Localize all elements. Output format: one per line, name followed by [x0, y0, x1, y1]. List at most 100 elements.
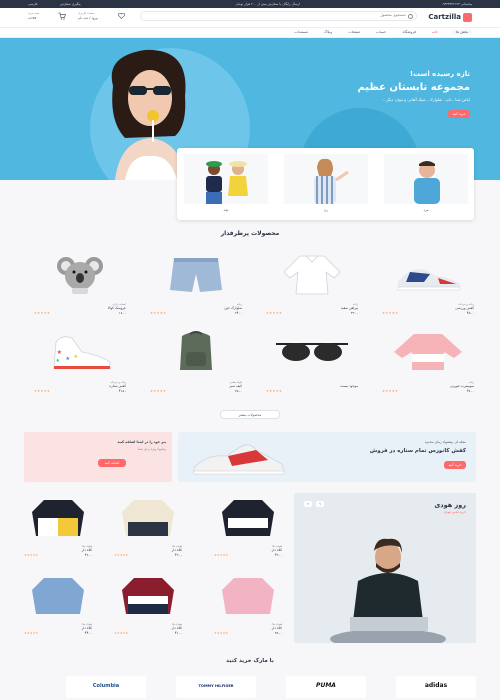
hoodie-name[interactable]: کلاه دار — [172, 626, 182, 630]
promo-sneaker-image — [186, 436, 296, 478]
product-name[interactable]: سویشرت صورتی — [450, 384, 474, 388]
nav-blog[interactable]: وبلاگ — [324, 30, 332, 34]
support-phone[interactable]: پشتیبانی ۰۹۳۳۳۴۳۲۱۲۳ — [441, 2, 472, 6]
logo-icon — [463, 13, 472, 22]
hero-shop-button[interactable]: خرید کنید — [448, 110, 470, 118]
product-name[interactable]: عروسک کوالا — [108, 306, 126, 310]
category-cards: مرد زن بچه — [177, 148, 474, 220]
product-card[interactable]: زنانه شلوارک جین ۲۴۰۰ ★★★★★ — [148, 252, 244, 324]
category-women-image[interactable] — [284, 154, 368, 204]
hoodie-card[interactable]: هودی ها کلاه دار ۴۶۰۰ ★★★★★ — [22, 496, 94, 568]
svg-text:★: ★ — [74, 354, 79, 360]
product-card[interactable]: ★ ★ ★ ★ زنانه و مردانه کفش ستاره ۴۱۵۰ ★★★★★ — [32, 330, 128, 402]
side-promo-text: پیشنهاد ویژه برای شما — [137, 447, 166, 451]
product-image-koala[interactable] — [32, 252, 128, 296]
product-card[interactable]: اسباب بازی عروسک کوالا ۱۸۰۰ ★★★★★ — [32, 252, 128, 324]
hoodie-prev-arrow-icon[interactable]: ‹ — [304, 501, 312, 507]
product-name[interactable]: شلوارک جین — [224, 306, 242, 310]
more-products-button[interactable]: محصولات بیشتر — [220, 410, 280, 419]
hoodie-name[interactable]: کلاه دار — [272, 626, 282, 630]
nav-shop[interactable]: فروشگاه — [403, 30, 416, 34]
search-input[interactable] — [206, 13, 406, 17]
rating-stars: ★★★★★ — [34, 389, 51, 393]
hoodie-name[interactable]: کلاه دار — [82, 548, 92, 552]
brand-tommy-logo[interactable]: TOMMY HILFIGER — [176, 676, 256, 698]
product-image-sneaker[interactable] — [380, 252, 476, 296]
order-tracking-link[interactable]: پیگیری سفارش — [60, 2, 81, 6]
hoodie-card[interactable]: هودی ها کلاه دار ۴۲۰۰ ★★★★★ — [212, 496, 284, 568]
promo-shop-button[interactable]: خرید کنید — [444, 461, 466, 469]
product-card[interactable]: موجود نیست ★★★★★ — [264, 330, 360, 402]
product-image-sunglasses[interactable] — [264, 330, 360, 374]
product-name[interactable]: پیراهن سفید — [341, 306, 358, 310]
search-icon[interactable] — [408, 14, 413, 19]
rating-stars: ★★★★★ — [382, 311, 399, 315]
nav-docs[interactable]: مستندات — [294, 30, 308, 34]
product-name[interactable]: کفش ورزشی — [455, 306, 474, 310]
brand-adidas-logo[interactable]: adidas — [396, 676, 476, 698]
svg-text:★: ★ — [66, 356, 71, 362]
nav-pages[interactable]: صفحات — [348, 30, 360, 34]
site-header: Cartzilla حساب کاربری ورود / ثبت نام سبد… — [0, 8, 500, 28]
rating-stars: ★★★★★ — [214, 553, 229, 557]
category-men-image[interactable] — [384, 154, 468, 204]
product-image-pink-top[interactable] — [380, 330, 476, 374]
hoodie-image-yellow[interactable] — [24, 496, 92, 540]
category-women-label[interactable]: زن — [284, 208, 368, 212]
hoodie-day-subtitle[interactable]: خرید لباس هودی — [444, 510, 466, 514]
account-link[interactable]: ورود / ثبت نام — [78, 16, 98, 20]
nav-home[interactable]: خانه — [432, 30, 438, 34]
product-name[interactable]: کیف سبز — [229, 384, 242, 388]
product-image-shorts[interactable] — [148, 252, 244, 296]
heart-icon[interactable] — [118, 12, 125, 19]
hoodie-image-maroon[interactable] — [114, 574, 182, 618]
hoodie-card[interactable]: هودی ها کلاه دار ۴۱۰۰ ★★★★★ — [112, 574, 184, 646]
product-price: ۱۸۰۰ — [118, 311, 126, 315]
hoodie-name[interactable]: کلاه دار — [82, 626, 92, 630]
product-image-backpack[interactable] — [148, 330, 244, 374]
side-promo-button[interactable]: اضافه کنید — [98, 459, 126, 467]
brand-columbia-logo[interactable]: Columbia — [66, 676, 146, 698]
product-card[interactable]: کوله پشتی کیف سبز ۲۵۰۰ ★★★★★ — [148, 330, 244, 402]
product-image-star-sneaker[interactable]: ★ ★ ★ ★ — [32, 330, 128, 374]
product-name[interactable]: کفش ستاره — [109, 384, 126, 388]
hoodie-name[interactable]: کلاه دار — [172, 548, 182, 552]
language-selector[interactable]: فارسی — [28, 2, 37, 6]
logo[interactable]: Cartzilla — [422, 13, 472, 24]
rating-stars: ★★★★★ — [34, 311, 51, 315]
nav-account[interactable]: حساب — [376, 30, 386, 34]
product-price: ۲۵۰۰ — [234, 389, 242, 393]
hoodie-price: ۴۴۰۰ — [84, 631, 92, 635]
rating-stars: ★★★★★ — [150, 389, 167, 393]
nav-categories[interactable]: بخش ها — [451, 30, 472, 34]
hoodie-card[interactable]: هودی ها کلاه دار ۴۴۰۰ ★★★★★ — [22, 574, 94, 646]
account-label: حساب کاربری — [78, 11, 95, 15]
rating-stars: ★★★★★ — [266, 389, 283, 393]
hoodie-name[interactable]: کلاه دار — [272, 548, 282, 552]
product-name[interactable]: موجود نیست — [340, 384, 358, 388]
product-image-blouse[interactable] — [264, 252, 360, 296]
hoodie-card[interactable]: هودی ها کلاه دار ۴۹۰۰ ★★★★★ — [112, 496, 184, 568]
promo-banner-main: مجله لژ، پیشنهاد زمان محدود کفش کانورس ت… — [178, 432, 476, 482]
product-card[interactable]: زنانه و مردانه کفش ورزشی ۴۵۰۰ ★★★★★ — [380, 252, 476, 324]
hoodie-image-beige[interactable] — [114, 496, 182, 540]
hero-subtitle: لباس شنا ، تاپ ، شلوارک ، عینک آفتابی و … — [381, 97, 470, 102]
cart-icon[interactable] — [58, 12, 66, 20]
category-men-label[interactable]: مرد — [384, 208, 468, 212]
search-bar[interactable] — [140, 11, 417, 21]
hoodie-image-blue[interactable] — [24, 574, 92, 618]
category-kids-label[interactable]: بچه — [184, 208, 268, 212]
brand-puma-logo[interactable]: PUMA — [286, 676, 366, 698]
hoodie-image-pink[interactable] — [214, 574, 282, 618]
hoodie-card[interactable]: هودی ها کلاه دار ۳۸۰۰ ★★★★★ — [212, 574, 284, 646]
cart-total[interactable]: ۶۵۷ت — [28, 16, 36, 20]
category-kids-image[interactable] — [184, 154, 268, 204]
promo-heading: کفش کانورس تمام ستاره در فروش — [369, 448, 466, 454]
product-price: ۴۱۵۰ — [118, 389, 126, 393]
product-card[interactable]: زنانه پیراهن سفید ۳۲۰۰ ★★★★★ — [264, 252, 360, 324]
hoodie-image-black[interactable] — [214, 496, 282, 540]
product-price: ۴۸۰۰ — [466, 389, 474, 393]
product-card[interactable]: زنانه سویشرت صورتی ۴۸۰۰ ★★★★★ — [380, 330, 476, 402]
rating-stars: ★★★★★ — [24, 631, 39, 635]
hoodie-next-arrow-icon[interactable]: › — [316, 501, 324, 507]
